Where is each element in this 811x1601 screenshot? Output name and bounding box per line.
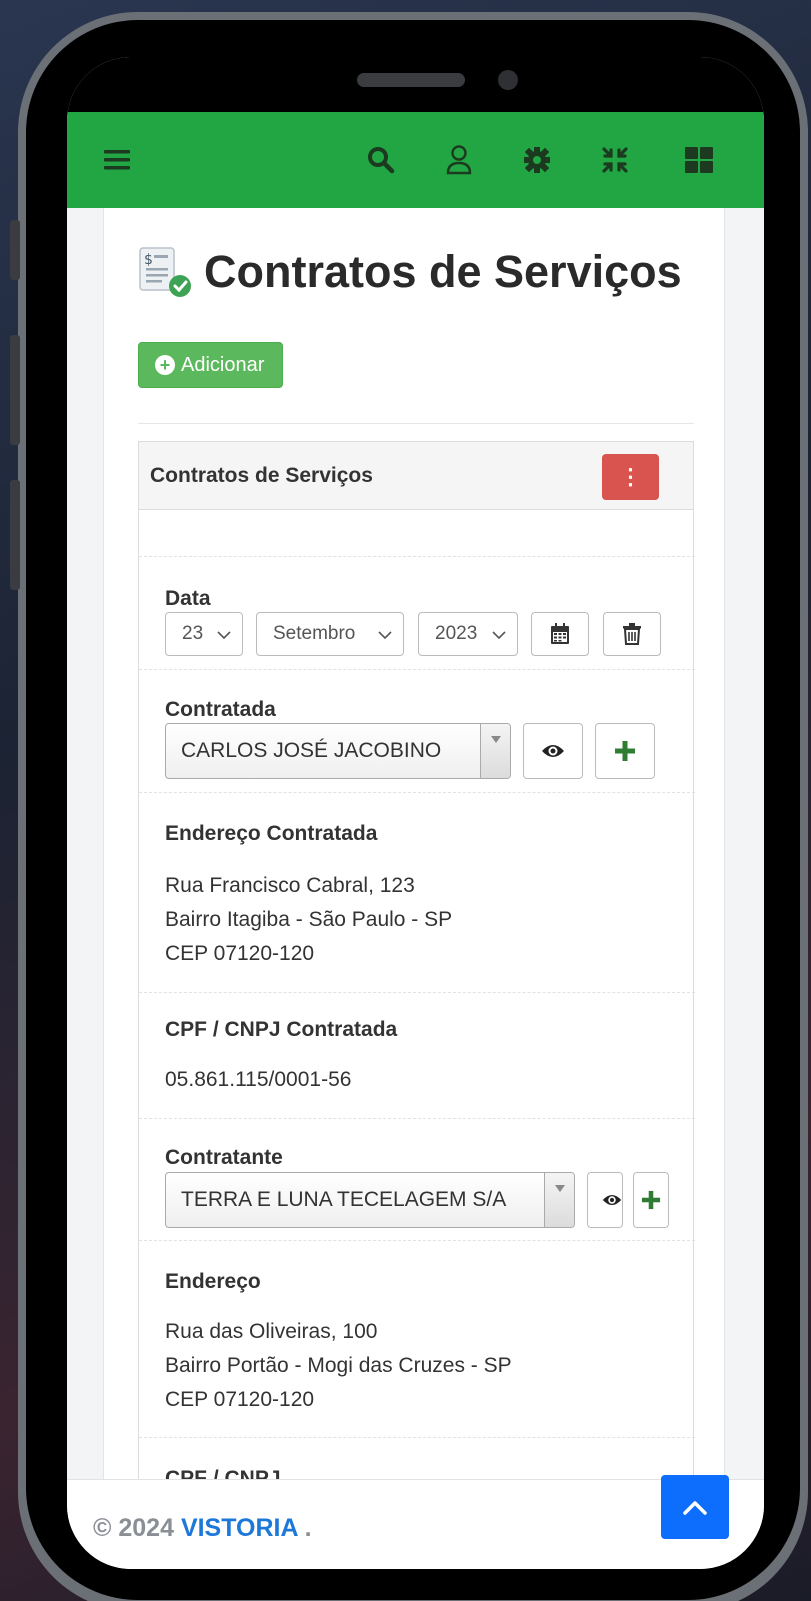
day-select[interactable]: 23 xyxy=(165,612,243,656)
chevron-down-icon xyxy=(492,631,506,640)
main-content: $ Contratos de Serviços + Adicionar Cont… xyxy=(103,208,725,1521)
clear-date-button[interactable] xyxy=(603,612,661,656)
date-label: Data xyxy=(165,587,211,610)
calendar-button[interactable] xyxy=(531,612,589,656)
gear-icon[interactable] xyxy=(515,112,559,208)
endereco-contratada-label: Endereço Contratada xyxy=(165,822,378,845)
add-button[interactable]: + Adicionar xyxy=(138,342,284,388)
field-divider xyxy=(139,669,695,670)
field-divider xyxy=(139,792,695,793)
dropdown-arrow-icon xyxy=(480,724,510,778)
copyright-text: © 2024 xyxy=(93,1514,174,1542)
vertical-dots-icon: ⋮ xyxy=(619,464,642,489)
add-contratante-button[interactable] xyxy=(633,1172,669,1228)
endereco-line2: Bairro Portão - Mogi das Cruzes - SP xyxy=(165,1354,512,1377)
contratante-label: Contratante xyxy=(165,1146,283,1169)
contratada-select[interactable]: CARLOS JOSÉ JACOBINO xyxy=(165,723,511,779)
footer-copyright: © 2024 VISTORIA . xyxy=(93,1514,312,1543)
eye-icon xyxy=(542,745,564,757)
field-divider xyxy=(139,1240,695,1241)
user-icon[interactable] xyxy=(437,112,481,208)
contratante-select[interactable]: TERRA E LUNA TECELAGEM S/A xyxy=(165,1172,575,1228)
menu-icon[interactable] xyxy=(95,112,139,208)
calendar-icon xyxy=(551,623,569,644)
chevron-up-icon xyxy=(683,1501,707,1515)
page-header: $ Contratos de Serviços xyxy=(138,244,682,300)
options-menu-button[interactable]: ⋮ xyxy=(602,454,659,500)
month-select[interactable]: Setembro xyxy=(256,612,404,656)
trash-icon xyxy=(623,623,641,645)
camera xyxy=(498,70,518,90)
endereco-contratada-line2: Bairro Itagiba - São Paulo - SP xyxy=(165,908,453,931)
cpf-contratada-label: CPF / CNPJ Contratada xyxy=(165,1018,398,1041)
chevron-down-icon xyxy=(378,631,392,640)
contratante-value: TERRA E LUNA TECELAGEM S/A xyxy=(181,1188,507,1211)
search-icon[interactable] xyxy=(359,112,403,208)
endereco-contratada-line1: Rua Francisco Cabral, 123 xyxy=(165,874,415,897)
footer-suffix: . xyxy=(297,1514,312,1542)
panel-title: Contratos de Serviços xyxy=(150,464,373,487)
plus-icon xyxy=(615,741,635,761)
divider xyxy=(138,423,694,424)
add-button-label: Adicionar xyxy=(181,353,265,376)
plus-icon xyxy=(641,1190,661,1210)
view-contratada-button[interactable] xyxy=(523,723,583,779)
top-navbar xyxy=(67,112,764,208)
dropdown-arrow-icon xyxy=(544,1173,574,1227)
field-divider xyxy=(139,992,695,993)
phone-side-button xyxy=(10,480,20,590)
eye-icon xyxy=(602,1195,622,1205)
field-divider xyxy=(139,1437,695,1438)
page-footer: © 2024 VISTORIA . xyxy=(67,1479,764,1569)
year-value: 2023 xyxy=(435,623,478,644)
phone-screen: $ Contratos de Serviços + Adicionar Cont… xyxy=(67,57,764,1569)
phone-side-button xyxy=(10,220,20,280)
year-select[interactable]: 2023 xyxy=(418,612,518,656)
compress-icon[interactable] xyxy=(593,112,637,208)
panel-header: Contratos de Serviços ⋮ xyxy=(139,442,693,510)
grid-icon[interactable] xyxy=(677,112,721,208)
contratada-label: Contratada xyxy=(165,698,276,721)
svg-text:$: $ xyxy=(144,252,153,268)
endereco-line3: CEP 07120-120 xyxy=(165,1388,315,1411)
endereco-contratada-line3: CEP 07120-120 xyxy=(165,942,315,965)
page-title: Contratos de Serviços xyxy=(204,246,682,297)
endereco-line1: Rua das Oliveiras, 100 xyxy=(165,1320,378,1343)
field-divider xyxy=(139,1118,695,1119)
endereco-label: Endereço xyxy=(165,1270,261,1293)
month-value: Setembro xyxy=(273,623,356,644)
footer-brand-link[interactable]: VISTORIA xyxy=(181,1514,298,1542)
contratada-value: CARLOS JOSÉ JACOBINO xyxy=(181,739,442,762)
scroll-to-top-button[interactable] xyxy=(661,1475,729,1539)
contract-icon: $ xyxy=(138,244,194,300)
speaker xyxy=(357,73,465,87)
contracts-panel: Contratos de Serviços ⋮ Data 23 Setembro… xyxy=(138,441,695,1521)
add-contratada-button[interactable] xyxy=(595,723,655,779)
field-divider xyxy=(139,556,695,557)
phone-side-button xyxy=(10,335,20,445)
day-value: 23 xyxy=(182,623,204,644)
plus-circle-icon: + xyxy=(155,355,175,375)
view-contratante-button[interactable] xyxy=(587,1172,623,1228)
chevron-down-icon xyxy=(217,631,231,640)
cpf-contratada-value: 05.861.115/0001-56 xyxy=(165,1068,352,1091)
